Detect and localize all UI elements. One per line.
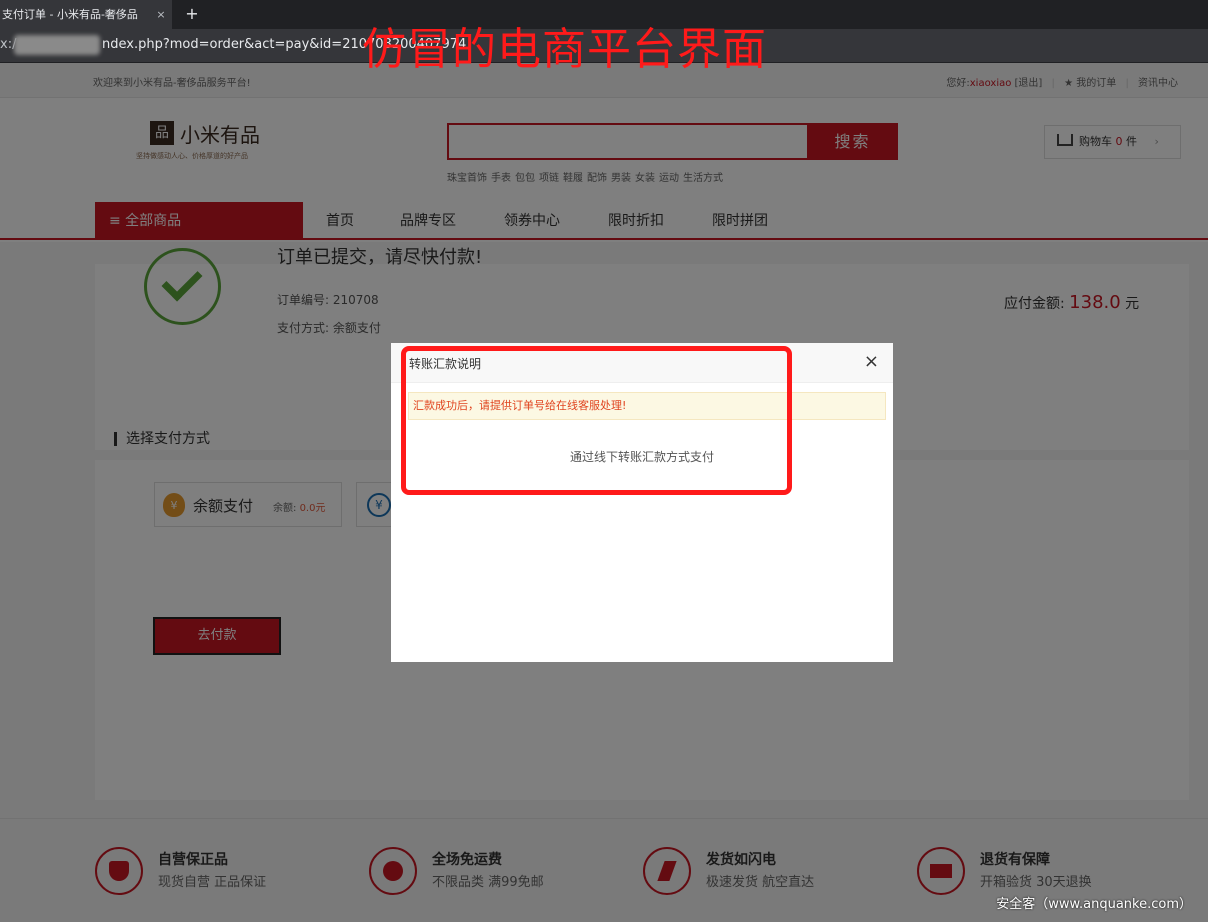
tab-close-icon[interactable]: × [154, 0, 168, 29]
browser-tab[interactable]: 支付订单 - 小米有品-奢侈品 [0, 0, 172, 29]
annotation-highlight-box [401, 346, 792, 495]
annotation-title: 仿冒的电商平台界面 [362, 24, 767, 75]
new-tab-button[interactable]: + [182, 0, 202, 29]
redacted-domain [14, 35, 100, 55]
close-icon[interactable]: × [864, 352, 879, 372]
watermark: 安全客（www.anquanke.com） [996, 897, 1192, 912]
